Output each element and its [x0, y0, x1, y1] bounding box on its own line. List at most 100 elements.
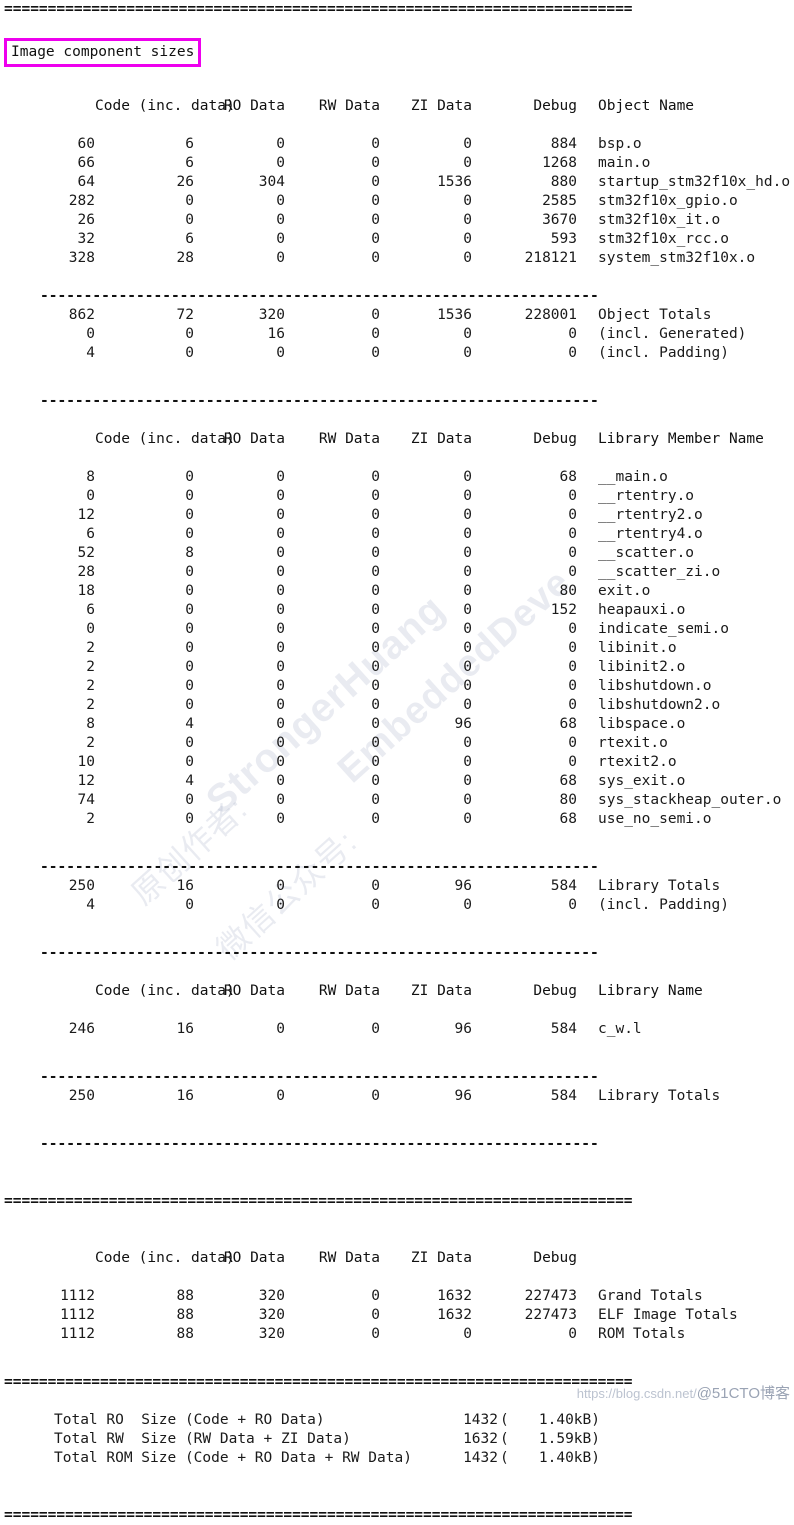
cell-code: 2: [86, 697, 95, 713]
cell-rw-data: 0: [371, 155, 380, 171]
cell-zi-data: 0: [463, 136, 472, 152]
cell-inc-data: 16: [176, 1088, 194, 1104]
column-header-zi-data: ZI Data: [410, 431, 472, 447]
cell-inc-data: 0: [185, 621, 194, 637]
cell-ro-data: 0: [276, 545, 285, 561]
cell-object-name: bsp.o: [598, 136, 642, 152]
cell-zi-data: 96: [454, 1021, 472, 1037]
cell-zi-data: 0: [463, 697, 472, 713]
cell-rw-data: 0: [371, 621, 380, 637]
libraries-table-body: 246 16 0 0 96 584 c_w.l: [0, 1020, 794, 1039]
cell-inc-data: 0: [185, 792, 194, 808]
cell-code: 10: [77, 754, 95, 770]
cell-zi-data: 0: [463, 602, 472, 618]
column-header-zi-data: ZI Data: [410, 983, 472, 999]
table-row: 6 0 0 0 0 0 __rtentry4.o: [0, 525, 794, 544]
table-row: 250 16 0 0 96 584 Library Totals: [0, 877, 794, 896]
cell-ro-data: 320: [258, 307, 285, 323]
cell-inc-data: 8: [185, 545, 194, 561]
cell-rw-data: 0: [371, 545, 380, 561]
column-header-zi-data: ZI Data: [410, 98, 472, 114]
cell-ro-data: 0: [276, 773, 285, 789]
column-header-library-name: Library Name: [598, 983, 703, 999]
cell-inc-data: 6: [185, 155, 194, 171]
cell-zi-data: 0: [463, 345, 472, 361]
cell-zi-data: 96: [454, 716, 472, 732]
table-row: 26 0 0 0 0 3670 stm32f10x_it.o: [0, 211, 794, 230]
cell-library-member-name: libinit.o: [598, 640, 677, 656]
cell-code: 0: [86, 326, 95, 342]
cell-ro-data: 0: [276, 811, 285, 827]
cell-debug: 228001: [524, 307, 577, 323]
cell-library-member-name: libshutdown.o: [598, 678, 712, 694]
cell-rw-data: 0: [371, 345, 380, 361]
footer-blog-url: https://blog.csdn.net/: [576, 1386, 697, 1401]
cell-code: 862: [68, 307, 95, 323]
cell-code: 52: [77, 545, 95, 561]
cell-debug: 0: [568, 640, 577, 656]
cell-library-member-total-name: Library Totals: [598, 878, 721, 894]
column-header-ro-data: RO Data: [223, 98, 285, 114]
cell-rw-data: 0: [371, 526, 380, 542]
cell-debug: 80: [559, 583, 577, 599]
cell-inc-data: 0: [185, 811, 194, 827]
cell-ro-data: 320: [258, 1288, 285, 1304]
libraries-table-header: Code (inc. data) RO Data RW Data ZI Data…: [0, 982, 794, 1001]
cell-ro-data: 0: [276, 583, 285, 599]
cell-inc-data: 6: [185, 231, 194, 247]
cell-inc-data: 0: [185, 583, 194, 599]
cell-library-member-total-name: (incl. Padding): [598, 897, 729, 913]
table-row: 8 4 0 0 96 68 libspace.o: [0, 715, 794, 734]
cell-grand-total-name: Grand Totals: [598, 1288, 703, 1304]
column-header-code: Code (inc. data): [95, 98, 235, 114]
cell-inc-data: 0: [185, 326, 194, 342]
cell-debug: 68: [559, 811, 577, 827]
cell-code: 250: [68, 1088, 95, 1104]
cell-zi-data: 0: [463, 659, 472, 675]
cell-code: 2: [86, 735, 95, 751]
cell-code: 12: [77, 773, 95, 789]
cell-code: 1112: [60, 1307, 95, 1323]
cell-ro-data: 16: [267, 326, 285, 342]
cell-library-member-name: sys_stackheap_outer.o: [598, 792, 782, 808]
cell-zi-data: 0: [463, 545, 472, 561]
cell-rw-data: 0: [371, 231, 380, 247]
footer-credit-text: @51CTO博客: [696, 1385, 790, 1402]
separator-rule-top: ========================================…: [4, 1, 633, 17]
cell-code: 282: [68, 193, 95, 209]
cell-ro-data: 0: [276, 488, 285, 504]
cell-code: 6: [86, 602, 95, 618]
summary-label: Total RO Size (Code + RO Data): [54, 1412, 325, 1428]
table-row: 4 0 0 0 0 0 (incl. Padding): [0, 344, 794, 363]
cell-ro-data: 0: [276, 754, 285, 770]
cell-code: 1112: [60, 1288, 95, 1304]
cell-debug: 0: [568, 897, 577, 913]
separator-rule-libmembers-bottom: ----------------------------------------…: [40, 945, 599, 961]
cell-library-member-name: __scatter.o: [598, 545, 695, 561]
cell-debug: 227473: [524, 1288, 577, 1304]
footer-credit: https://blog.csdn.net/@51CTO博客: [577, 1382, 790, 1403]
cell-library-member-name: libshutdown2.o: [598, 697, 721, 713]
cell-zi-data: 1536: [437, 307, 472, 323]
cell-debug: 0: [568, 545, 577, 561]
cell-zi-data: 0: [463, 526, 472, 542]
summary-label: Total RW Size (RW Data + ZI Data): [54, 1431, 351, 1447]
cell-zi-data: 0: [463, 193, 472, 209]
table-row: 74 0 0 0 0 80 sys_stackheap_outer.o: [0, 791, 794, 810]
cell-inc-data: 0: [185, 678, 194, 694]
cell-code: 2: [86, 659, 95, 675]
cell-library-member-name: rtexit.o: [598, 735, 668, 751]
cell-inc-data: 0: [185, 193, 194, 209]
cell-ro-data: 0: [276, 345, 285, 361]
cell-rw-data: 0: [371, 1288, 380, 1304]
column-header-library-member-name: Library Member Name: [598, 431, 764, 447]
cell-object-name: stm32f10x_rcc.o: [598, 231, 729, 247]
cell-debug: 0: [568, 488, 577, 504]
